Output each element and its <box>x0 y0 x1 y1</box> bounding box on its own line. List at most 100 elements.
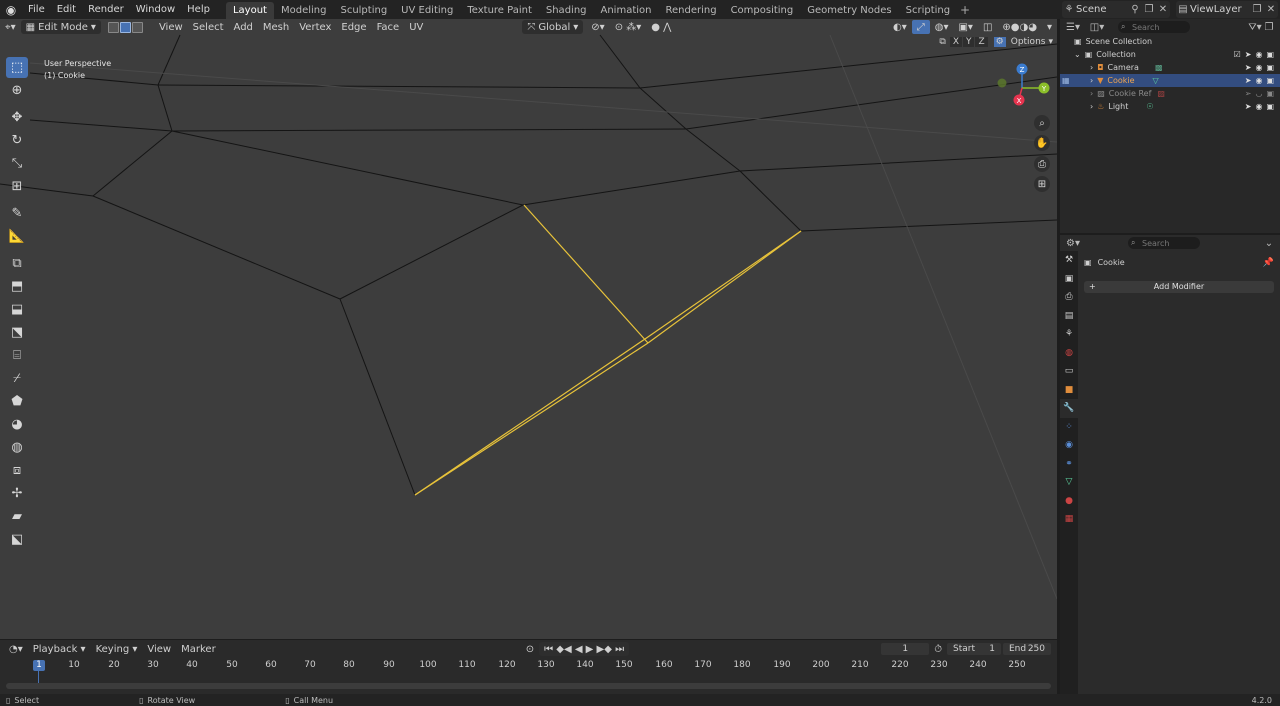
inset-icon[interactable]: ⬓ <box>6 299 28 320</box>
camera-render-icon[interactable]: ▣ <box>1266 100 1274 113</box>
material-tab-icon[interactable]: ● <box>1060 492 1078 511</box>
extrude-icon[interactable]: ⬒ <box>6 276 28 297</box>
collection-tab-icon[interactable]: ▭ <box>1060 362 1078 381</box>
scale-icon[interactable]: ⤡ <box>6 153 28 174</box>
xray-icon[interactable]: ▣▾ <box>953 20 977 34</box>
light-data-icon[interactable]: ☉ <box>1146 102 1153 111</box>
outliner-item-camera[interactable]: › ◘ Camera ▩ ➤ ◉ ▣ <box>1060 61 1280 74</box>
timeline-editor-icon[interactable]: ◔▾ <box>4 642 28 656</box>
options-dropdown[interactable]: Options <box>1011 37 1046 47</box>
menu-vertex[interactable]: Vertex <box>294 20 336 34</box>
poly-build-icon[interactable]: ⬟ <box>6 391 28 412</box>
pan-hand-icon[interactable]: ✋ <box>1034 135 1050 151</box>
menu-marker[interactable]: Marker <box>176 642 221 656</box>
particles-tab-icon[interactable]: ⁘ <box>1060 418 1078 437</box>
measure-icon[interactable]: 📐 <box>6 226 28 247</box>
tab-geometry-nodes[interactable]: Geometry Nodes <box>800 2 898 19</box>
bevel-icon[interactable]: ⬔ <box>6 322 28 343</box>
view-layer-selector[interactable]: ▤ ViewLayer ❐ ✕ <box>1176 1 1278 18</box>
eye-closed-icon[interactable]: ◡ <box>1255 87 1262 100</box>
menu-edge[interactable]: Edge <box>336 20 371 34</box>
camera-render-icon[interactable]: ▣ <box>1266 87 1274 100</box>
pin-icon[interactable]: 📌 <box>1263 258 1274 268</box>
eye-icon[interactable]: ◉ <box>1255 74 1262 87</box>
output-tab-icon[interactable]: ⎙ <box>1060 288 1078 307</box>
select-arrow-icon[interactable]: ➤ <box>1245 74 1252 87</box>
add-cube-icon[interactable]: ⧉ <box>6 253 28 274</box>
chevron-right-icon[interactable]: › <box>1090 102 1093 111</box>
spin-icon[interactable]: ◕ <box>6 414 28 435</box>
outliner-item-cookie[interactable]: ▦ › ▼ Cookie ▽ ➤ ◉ ▣ <box>1060 74 1280 87</box>
pin-icon[interactable]: ⚲ <box>1128 4 1142 16</box>
menu-face[interactable]: Face <box>372 20 405 34</box>
eye-icon[interactable]: ◉ <box>1255 61 1262 74</box>
select-arrow-icon[interactable]: ➤ <box>1245 61 1252 74</box>
filter-icon[interactable]: ⛛▾ <box>1248 21 1262 33</box>
toggle-xray-icon[interactable]: ◫ <box>978 20 997 34</box>
camera-render-icon[interactable]: ▣ <box>1266 48 1274 61</box>
outliner-editor-icon[interactable]: ☰▾ <box>1066 21 1080 33</box>
image-data-icon[interactable]: ▨ <box>1157 89 1165 98</box>
tab-modeling[interactable]: Modeling <box>274 2 334 19</box>
menu-view[interactable]: View <box>154 20 188 34</box>
mirror-x-button[interactable]: X <box>949 37 962 47</box>
frame-ruler[interactable]: 10 20 30 40 50 60 70 80 90 100 110 120 1… <box>0 658 1057 673</box>
overlay-icon[interactable]: ◍▾ <box>930 20 954 34</box>
select-arrow-disabled-icon[interactable]: ➢ <box>1245 87 1252 100</box>
shading-options-icon[interactable]: ▾ <box>1042 20 1057 34</box>
new-scene-icon[interactable]: ❐ <box>1142 4 1156 16</box>
outliner-search[interactable]: ⌕ Search <box>1118 21 1190 33</box>
mirror-icon[interactable]: ⧉ <box>939 37 945 47</box>
menu-mesh[interactable]: Mesh <box>258 20 294 34</box>
tool-tab-icon[interactable]: ⚒ <box>1060 251 1078 270</box>
record-icon[interactable]: ⊙ <box>521 642 539 656</box>
perspective-toggle-icon[interactable]: ⊞ <box>1034 176 1050 192</box>
rotate-icon[interactable]: ↻ <box>6 130 28 151</box>
move-icon[interactable]: ✥ <box>6 107 28 128</box>
chevron-right-icon[interactable]: › <box>1090 76 1093 85</box>
timeline-scrollbar[interactable] <box>6 683 1051 689</box>
cursor-icon[interactable]: ⊕ <box>6 80 28 101</box>
camera-render-icon[interactable]: ▣ <box>1266 61 1274 74</box>
menu-uv[interactable]: UV <box>404 20 428 34</box>
object-tab-icon[interactable]: ■ <box>1060 381 1078 400</box>
exclude-checkbox-icon[interactable]: ☑ <box>1234 48 1241 61</box>
tab-sculpting[interactable]: Sculpting <box>333 2 394 19</box>
zoom-icon[interactable]: ⌕ <box>1034 115 1050 131</box>
smooth-icon[interactable]: ◍ <box>6 437 28 458</box>
menu-edit[interactable]: Edit <box>51 0 82 19</box>
playhead[interactable]: 1 <box>33 660 45 671</box>
menu-render[interactable]: Render <box>82 0 130 19</box>
proportional-edit-icon[interactable]: ● ⋀ <box>646 20 676 34</box>
outliner-item-cookie-ref[interactable]: › ▨ Cookie Ref ▨ ➢ ◡ ▣ <box>1060 87 1280 100</box>
vertex-select-icon[interactable] <box>107 21 119 33</box>
chevron-right-icon[interactable]: › <box>1090 63 1093 72</box>
tab-scripting[interactable]: Scripting <box>899 2 957 19</box>
properties-editor-icon[interactable]: ⚙▾ <box>1066 237 1080 249</box>
mesh-data-icon[interactable]: ▽ <box>1153 76 1159 85</box>
scene-selector[interactable]: ⚘ Scene ⚲ ❐ ✕ <box>1062 1 1170 18</box>
eye-icon[interactable]: ◉ <box>1255 100 1262 113</box>
delete-view-layer-icon[interactable]: ✕ <box>1264 4 1278 16</box>
world-tab-icon[interactable]: ◍ <box>1060 344 1078 363</box>
menu-help[interactable]: Help <box>181 0 216 19</box>
orientation-dropdown[interactable]: ⤧ Global ▾ <box>522 20 584 34</box>
current-frame-field[interactable]: 1 <box>881 643 930 655</box>
playback-controls[interactable]: ⏮ ◆◀ ◀ ▶ ▶◆ ⏭ <box>539 642 630 656</box>
edit-mode-icon[interactable]: ▦ <box>1062 76 1070 85</box>
tab-texture-paint[interactable]: Texture Paint <box>460 2 539 19</box>
end-frame-field[interactable]: End 250 <box>1003 643 1051 655</box>
menu-add[interactable]: Add <box>229 20 258 34</box>
menu-timeline-view[interactable]: View <box>142 642 176 656</box>
new-collection-icon[interactable]: ❐ <box>1262 21 1276 33</box>
render-tab-icon[interactable]: ▣ <box>1060 270 1078 289</box>
blender-logo-icon[interactable]: ◉ <box>0 3 22 17</box>
select-box-icon[interactable]: ⬚ <box>6 57 28 78</box>
navigation-gizmo[interactable]: Z Y X <box>997 63 1050 106</box>
properties-search[interactable]: ⌕ Search <box>1128 237 1200 249</box>
modifier-tab-icon[interactable]: 🔧 <box>1060 399 1078 418</box>
loop-cut-icon[interactable]: ⌸ <box>6 345 28 366</box>
collection-row[interactable]: ⌄ ▣ Collection ☑ ➤ ◉ ▣ <box>1060 48 1280 61</box>
camera-view-icon[interactable]: ⎙ <box>1034 156 1050 172</box>
shading-modes[interactable]: ⊕●◑◕ <box>997 20 1042 34</box>
